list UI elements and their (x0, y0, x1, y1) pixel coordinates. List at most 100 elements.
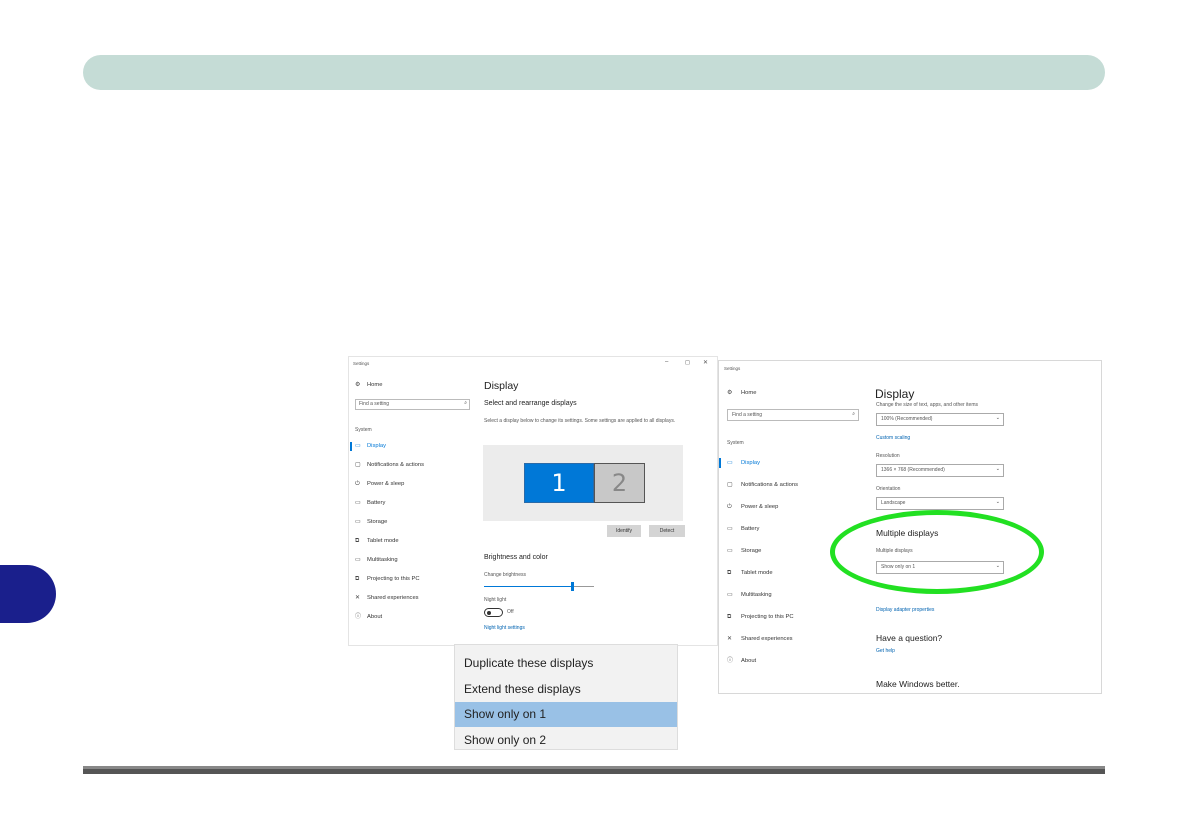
option-label: Duplicate these displays (464, 656, 594, 670)
highlight-ellipse (830, 510, 1044, 594)
nav-storage[interactable]: Storage (741, 548, 761, 554)
chapter-tab (0, 565, 56, 623)
nav-tablet[interactable]: Tablet mode (367, 538, 399, 544)
nav-tablet[interactable]: Tablet mode (741, 570, 773, 576)
multitasking-icon: ▭ (355, 557, 361, 563)
nav-home[interactable]: Home (741, 390, 756, 396)
minimize-button[interactable]: – (665, 359, 668, 365)
night-light-label: Night light (484, 597, 507, 603)
toggle-knob (487, 610, 491, 615)
option-show-only-2[interactable]: Show only on 2 (455, 728, 677, 753)
nav-battery[interactable]: Battery (741, 526, 759, 532)
shared-icon: ✕ (727, 636, 733, 642)
custom-scaling-link[interactable]: Custom scaling (876, 435, 910, 441)
detect-button[interactable]: Detect (649, 525, 685, 537)
close-button[interactable]: ✕ (703, 359, 708, 366)
brightness-slider[interactable] (484, 582, 594, 591)
battery-icon: ▭ (727, 526, 733, 532)
tablet-icon: ⧉ (727, 570, 732, 576)
option-show-only-1[interactable]: Show only on 1 (455, 702, 677, 727)
search-input[interactable]: Find a setting ⌕ (355, 399, 470, 410)
nav-projecting[interactable]: Projecting to this PC (741, 614, 794, 620)
scale-select[interactable]: 100% (Recommended) ⌄ (876, 413, 1004, 426)
brightness-slider-thumb[interactable] (571, 582, 574, 591)
option-label: Show only on 1 (464, 707, 547, 721)
window-title: Settings (353, 361, 370, 366)
orientation-select[interactable]: Landscape ⌄ (876, 497, 1004, 510)
search-icon: ⌕ (852, 411, 855, 417)
nav-storage[interactable]: Storage (367, 519, 387, 525)
nav-multitasking[interactable]: Multitasking (741, 592, 772, 598)
resolution-label: Resolution (876, 453, 900, 459)
display-adapter-link[interactable]: Display adapter properties (876, 607, 934, 613)
nav-battery[interactable]: Battery (367, 500, 385, 506)
display-icon: ▭ (355, 443, 361, 449)
scale-value: 100% (Recommended) (881, 416, 933, 422)
about-icon: ⓘ (355, 614, 362, 620)
nav-projecting[interactable]: Projecting to this PC (367, 576, 420, 582)
projecting-icon: ⧉ (727, 614, 732, 620)
chevron-down-icon: ⌄ (995, 466, 1000, 472)
home-icon: ⚙ (355, 382, 361, 388)
nav-shared[interactable]: Shared experiences (367, 595, 419, 601)
scale-label: Change the size of text, apps, and other… (876, 402, 979, 408)
footer-rule (83, 766, 1105, 774)
nav-power[interactable]: Power & sleep (367, 481, 404, 487)
storage-icon: ▭ (355, 519, 361, 525)
search-placeholder: Find a setting (732, 412, 763, 418)
section-label: System (727, 440, 744, 446)
projecting-icon: ⧉ (355, 576, 360, 582)
active-indicator (719, 458, 721, 468)
orientation-value: Landscape (881, 500, 906, 506)
header-bar (83, 55, 1105, 90)
subheading: Select and rearrange displays (484, 400, 577, 407)
nav-power[interactable]: Power & sleep (741, 504, 778, 510)
option-label: Extend these displays (464, 682, 581, 696)
resolution-value: 1366 × 768 (Recommended) (881, 467, 945, 473)
multiple-displays-dropdown[interactable]: Duplicate these displays Extend these di… (454, 644, 678, 750)
night-light-settings-link[interactable]: Night light settings (484, 625, 525, 631)
search-placeholder: Find a setting (359, 401, 390, 407)
resolution-select[interactable]: 1366 × 768 (Recommended) ⌄ (876, 464, 1004, 477)
orientation-label: Orientation (876, 486, 901, 492)
option-extend[interactable]: Extend these displays (455, 677, 677, 702)
get-help-link[interactable]: Get help (876, 648, 895, 654)
maximize-button[interactable]: ◻ (685, 359, 690, 366)
nav-display[interactable]: Display (741, 460, 760, 466)
about-icon: ⓘ (727, 658, 734, 664)
page-title: Display (875, 387, 915, 401)
notifications-icon: ▢ (355, 462, 361, 468)
monitor-1[interactable]: 1 (524, 463, 594, 503)
description: Select a display below to change its set… (484, 418, 676, 424)
notifications-icon: ▢ (727, 482, 733, 488)
display-icon: ▭ (727, 460, 733, 466)
nav-home[interactable]: Home (367, 382, 382, 388)
chevron-down-icon: ⌄ (995, 499, 1000, 505)
option-duplicate[interactable]: Duplicate these displays (455, 651, 677, 676)
night-light-state: Off (507, 609, 514, 615)
feedback-heading: Make Windows better. (876, 679, 960, 689)
night-light-toggle[interactable] (484, 608, 503, 617)
nav-notifications[interactable]: Notifications & actions (741, 482, 798, 488)
search-input[interactable]: Find a setting ⌕ (727, 409, 859, 421)
power-icon: ⏻ (727, 504, 732, 510)
brightness-label: Change brightness (484, 572, 526, 578)
search-icon: ⌕ (464, 400, 467, 406)
display-arrangement: 1 2 (483, 445, 683, 521)
nav-shared[interactable]: Shared experiences (741, 636, 793, 642)
section-label: System (355, 427, 372, 433)
monitor-2[interactable]: 2 (594, 463, 645, 503)
brightness-heading: Brightness and color (484, 554, 548, 561)
nav-about[interactable]: About (741, 658, 756, 664)
chevron-down-icon: ⌄ (995, 415, 1000, 421)
active-indicator (350, 442, 352, 451)
multitasking-icon: ▭ (727, 592, 733, 598)
battery-icon: ▭ (355, 500, 361, 506)
nav-display[interactable]: Display (367, 443, 386, 449)
nav-notifications[interactable]: Notifications & actions (367, 462, 424, 468)
brightness-slider-fill (484, 586, 572, 587)
identify-button[interactable]: Identify (607, 525, 641, 537)
nav-multitasking[interactable]: Multitasking (367, 557, 398, 563)
nav-about[interactable]: About (367, 614, 382, 620)
tablet-icon: ⧉ (355, 538, 360, 544)
